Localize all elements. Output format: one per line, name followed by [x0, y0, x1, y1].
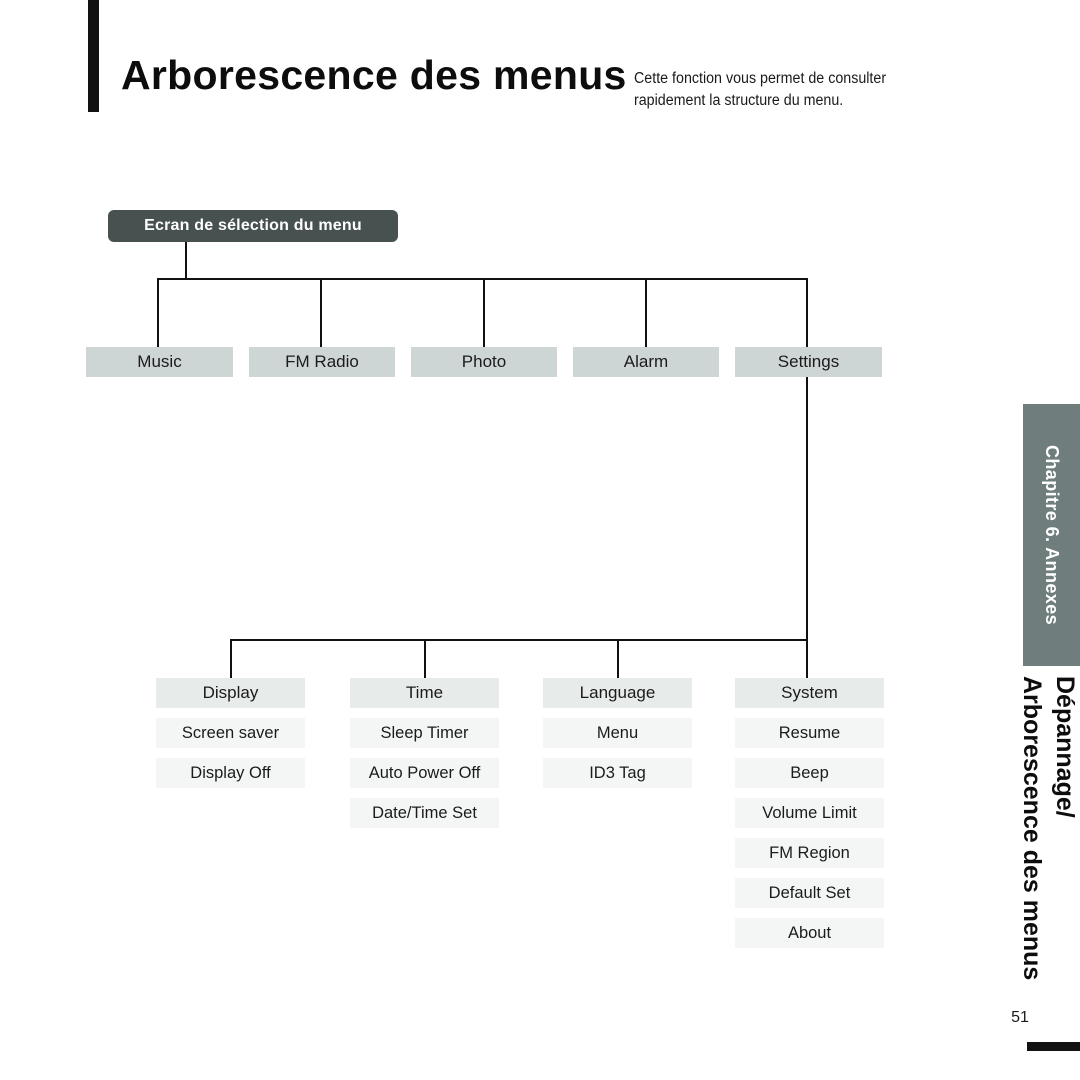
tree-line-drop-system: [806, 639, 808, 679]
menu-item-date-time-set: Date/Time Set: [350, 798, 499, 828]
manual-page: Arborescence des menus Cette fonction vo…: [0, 0, 1080, 1080]
menu-item-resume: Resume: [735, 718, 884, 748]
chapter-tab: Chapitre 6. Annexes: [1023, 404, 1080, 666]
menu-item-default-set: Default Set: [735, 878, 884, 908]
footer-accent-bar: [1027, 1042, 1080, 1051]
section-side-label: Dépannage/ Arborescence des menus: [1003, 676, 1080, 1006]
tree-line-drop-language: [617, 639, 619, 679]
menu-node-fm-radio: FM Radio: [249, 347, 395, 377]
menu-item-about: About: [735, 918, 884, 948]
tree-line-root-stem: [185, 242, 187, 279]
title-accent-rule: [88, 0, 99, 112]
menu-item-menu: Menu: [543, 718, 692, 748]
page-title: Arborescence des menus: [121, 52, 627, 98]
menu-item-sleep-timer: Sleep Timer: [350, 718, 499, 748]
tree-line-settings-descender: [806, 377, 808, 641]
tree-line-drop-music: [157, 278, 159, 348]
subtitle-line-2: rapidement la structure du menu.: [634, 92, 844, 109]
menu-item-volume-limit: Volume Limit: [735, 798, 884, 828]
menu-selection-screen-node: Ecran de sélection du menu: [108, 210, 398, 242]
column-header-time: Time: [350, 678, 499, 708]
menu-node-settings: Settings: [735, 347, 882, 377]
menu-node-alarm: Alarm: [573, 347, 719, 377]
menu-item-display-off: Display Off: [156, 758, 305, 788]
menu-item-beep: Beep: [735, 758, 884, 788]
tree-line-drop-time: [424, 639, 426, 679]
column-header-system: System: [735, 678, 884, 708]
page-subtitle: Cette fonction vous permet de consulter …: [634, 68, 928, 112]
menu-node-photo: Photo: [411, 347, 557, 377]
page-number: 51: [1011, 1009, 1029, 1026]
chapter-tab-label: Chapitre 6. Annexes: [1042, 445, 1062, 625]
column-header-language: Language: [543, 678, 692, 708]
tree-line-drop-settings: [806, 278, 808, 348]
settings-column-time: Time Sleep Timer Auto Power Off Date/Tim…: [350, 678, 499, 828]
tree-line-drop-display: [230, 639, 232, 679]
menu-item-auto-power-off: Auto Power Off: [350, 758, 499, 788]
menu-item-screen-saver: Screen saver: [156, 718, 305, 748]
settings-column-language: Language Menu ID3 Tag: [543, 678, 692, 788]
settings-column-system: System Resume Beep Volume Limit FM Regio…: [735, 678, 884, 948]
settings-column-display: Display Screen saver Display Off: [156, 678, 305, 788]
menu-item-fm-region: FM Region: [735, 838, 884, 868]
menu-item-id3-tag: ID3 Tag: [543, 758, 692, 788]
menu-node-music: Music: [86, 347, 233, 377]
tree-line-drop-alarm: [645, 278, 647, 348]
section-side-label-line-2: Arborescence des menus: [1018, 676, 1046, 981]
tree-line-level2-bus: [230, 639, 808, 641]
tree-line-drop-photo: [483, 278, 485, 348]
tree-line-drop-fm-radio: [320, 278, 322, 348]
subtitle-line-1: Cette fonction vous permet de consulter: [634, 70, 887, 87]
section-side-label-line-1: Dépannage/: [1051, 676, 1079, 818]
column-header-display: Display: [156, 678, 305, 708]
